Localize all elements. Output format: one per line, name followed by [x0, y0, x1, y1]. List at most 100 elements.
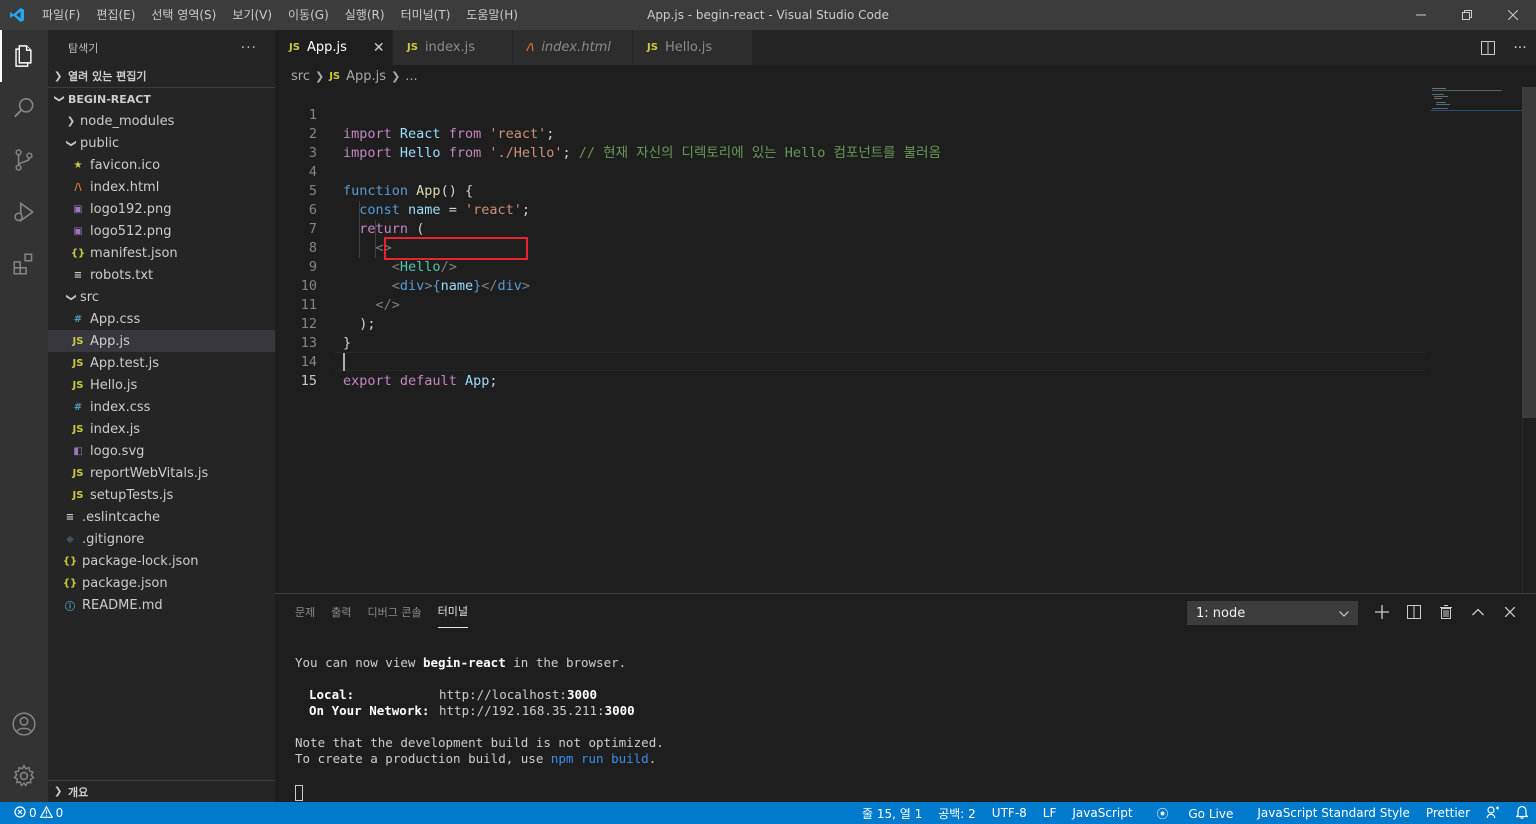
status-problems[interactable]: 0 0	[0, 805, 63, 821]
tree-label: Hello.js	[90, 377, 138, 393]
tree-file[interactable]: JS App.js	[48, 330, 275, 352]
menu-terminal[interactable]: 터미널(T)	[393, 0, 459, 30]
open-editors-section[interactable]: ❯ 열려 있는 편집기	[48, 65, 275, 87]
new-terminal-icon[interactable]	[1366, 604, 1398, 619]
tree-file[interactable]: {} manifest.json	[48, 242, 275, 264]
minimap[interactable]	[1430, 87, 1522, 127]
go-live-button[interactable]: ⦿ Go Live	[1141, 805, 1250, 822]
outline-section[interactable]: ❯ 개요	[48, 780, 275, 802]
explorer-icon[interactable]	[0, 30, 48, 82]
split-editor-icon[interactable]	[1472, 40, 1504, 55]
breadcrumb-folder[interactable]: src	[291, 69, 310, 84]
cursor-position[interactable]: 줄 15, 열 1	[854, 805, 930, 822]
tab-output[interactable]: 출력	[331, 596, 351, 628]
terminal-select[interactable]: 1: node	[1187, 601, 1358, 625]
tree-folder[interactable]: ❯ src	[48, 286, 275, 308]
breadcrumb-tail[interactable]: ...	[405, 69, 417, 84]
close-window-button[interactable]	[1490, 0, 1536, 30]
tree-label: .gitignore	[82, 531, 145, 547]
activity-bar	[0, 30, 48, 802]
menu-view[interactable]: 보기(V)	[224, 0, 280, 30]
tab-actions: ···	[1472, 30, 1536, 65]
menu-run[interactable]: 실행(R)	[337, 0, 393, 30]
terminal-text: begin-react	[422, 655, 506, 670]
feedback-icon[interactable]	[1478, 805, 1508, 822]
explorer-title: 탐색기	[68, 41, 99, 55]
tree-file[interactable]: ◆ .gitignore	[48, 528, 275, 550]
end-of-line[interactable]: LF	[1035, 806, 1065, 820]
code-editor[interactable]: 1 import React from 'react'; 2 import He…	[275, 87, 1536, 593]
trash-icon[interactable]	[1430, 604, 1462, 619]
tree-file[interactable]: JS setupTests.js	[48, 484, 275, 506]
encoding[interactable]: UTF-8	[984, 806, 1035, 820]
extensions-icon[interactable]	[0, 238, 48, 290]
language-mode[interactable]: JavaScript	[1064, 806, 1140, 820]
tree-file[interactable]: {} package.json	[48, 572, 275, 594]
file-tree: ❯ node_modules ❯ public ★ favicon.ico/\ index.…	[48, 110, 275, 616]
tree-file[interactable]: /\ index.html	[48, 176, 275, 198]
terminal-line: To create a production build, use npm ru…	[295, 751, 656, 767]
search-icon[interactable]	[0, 82, 48, 134]
tree-file[interactable]: JS App.test.js	[48, 352, 275, 374]
tree-label: index.js	[90, 421, 141, 437]
tree-label: App.js	[90, 333, 130, 349]
tree-file[interactable]: ▣ logo192.png	[48, 198, 275, 220]
indentation[interactable]: 공백: 2	[930, 805, 984, 822]
tree-file[interactable]: JS index.js	[48, 418, 275, 440]
tree-file[interactable]: ▣ logo512.png	[48, 220, 275, 242]
menu-help[interactable]: 도움말(H)	[458, 0, 526, 30]
close-panel-icon[interactable]	[1494, 606, 1526, 617]
settings-gear-icon[interactable]	[0, 750, 48, 802]
menu-file[interactable]: 파일(F)	[34, 0, 88, 30]
tree-file[interactable]: # index.css	[48, 396, 275, 418]
maximize-panel-icon[interactable]	[1462, 608, 1494, 616]
tree-file[interactable]: {} package-lock.json	[48, 550, 275, 572]
tree-label: node_modules	[80, 113, 175, 129]
tab-index-js[interactable]: JS index.js	[393, 30, 513, 65]
line-number: 15	[300, 373, 317, 389]
tree-label: src	[80, 289, 99, 305]
tab-hello-js[interactable]: JS Hello.js	[633, 30, 753, 65]
breadcrumb-file[interactable]: App.js	[346, 69, 386, 84]
terminal-line: Note that the development build is not o…	[295, 735, 664, 751]
tab-app-js[interactable]: JS App.js ✕	[275, 30, 393, 65]
split-terminal-icon[interactable]	[1398, 604, 1430, 619]
html-icon: /\	[527, 42, 535, 53]
menu-selection[interactable]: 선택 영역(S)	[143, 0, 224, 30]
tab-problems[interactable]: 문제	[295, 596, 315, 628]
accounts-icon[interactable]	[0, 698, 48, 750]
tree-file[interactable]: ◧ logo.svg	[48, 440, 275, 462]
restore-button[interactable]	[1444, 0, 1490, 30]
terminal-line: http://localhost:3000	[439, 687, 597, 703]
bell-icon[interactable]	[1508, 805, 1536, 822]
project-section[interactable]: ❯ BEGIN-REACT	[48, 88, 275, 110]
minimize-button[interactable]	[1398, 0, 1444, 30]
tab-terminal[interactable]: 터미널	[437, 595, 468, 628]
vertical-scrollbar[interactable]	[1522, 87, 1536, 418]
close-icon[interactable]: ✕	[373, 40, 385, 56]
more-actions-icon[interactable]: ···	[241, 40, 257, 56]
menu-edit[interactable]: 편집(E)	[88, 0, 143, 30]
source-control-icon[interactable]	[0, 134, 48, 186]
terminal-line: Local:	[309, 687, 354, 703]
tree-folder[interactable]: ❯ node_modules	[48, 110, 275, 132]
editor-tabs: JS App.js ✕ JS index.js /\ index.html JS…	[275, 30, 1536, 65]
run-debug-icon[interactable]	[0, 186, 48, 238]
more-actions-icon[interactable]: ···	[1504, 40, 1536, 56]
menu-go[interactable]: 이동(G)	[280, 0, 337, 30]
tree-file[interactable]: ★ favicon.ico	[48, 154, 275, 176]
prettier[interactable]: Prettier	[1418, 806, 1478, 820]
code-line: 5 const name = 'react';	[275, 163, 1425, 218]
tree-file[interactable]: JS reportWebVitals.js	[48, 462, 275, 484]
text-icon: ≡	[73, 269, 83, 281]
tree-file[interactable]: ≡ robots.txt	[48, 264, 275, 286]
tree-folder[interactable]: ❯ public	[48, 132, 275, 154]
terminal-text: To create a production build, use	[295, 751, 551, 766]
tree-file[interactable]: # App.css	[48, 308, 275, 330]
tree-file[interactable]: JS Hello.js	[48, 374, 275, 396]
standard-style[interactable]: JavaScript Standard Style	[1249, 806, 1418, 820]
tab-index-html[interactable]: /\ index.html	[513, 30, 633, 65]
tab-debug-console[interactable]: 디버그 콘솔	[368, 596, 422, 628]
tree-file[interactable]: ≡ .eslintcache	[48, 506, 275, 528]
tree-file[interactable]: ⓘ README.md	[48, 594, 275, 616]
